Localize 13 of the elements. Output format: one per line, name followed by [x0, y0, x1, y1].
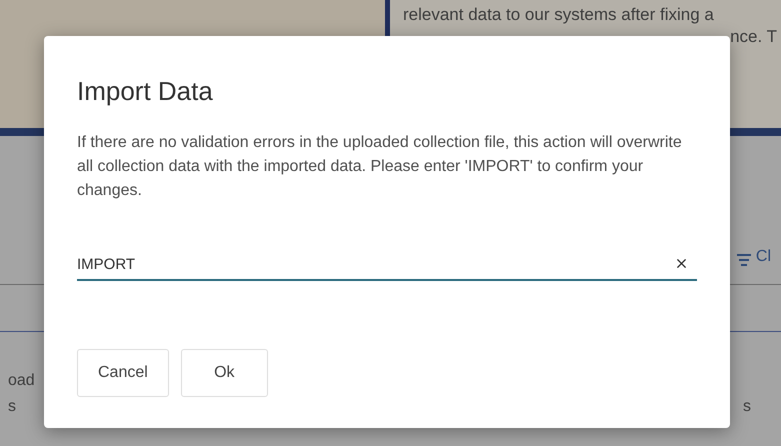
notice-text: nce. T [730, 26, 777, 48]
confirm-input-field[interactable]: IMPORT [77, 249, 697, 281]
toolbar-link[interactable]: Cl [756, 248, 771, 266]
dialog-title: Import Data [77, 76, 213, 107]
background-text: oad [8, 371, 35, 391]
cancel-button[interactable]: Cancel [77, 349, 169, 397]
background-text: s [743, 397, 751, 417]
background-text: s [8, 397, 17, 417]
ok-button[interactable]: Ok [180, 349, 268, 397]
filter-icon [736, 254, 751, 266]
clear-icon[interactable] [674, 256, 689, 271]
notice-text: relevant data to our systems after fixing a [403, 4, 714, 26]
dialog-message: If there are no validation errors in the uploaded collection file, this action will overwrite all collection data with the imported data. Please enter 'IMPORT' to confirm your changes. [77, 133, 683, 201]
